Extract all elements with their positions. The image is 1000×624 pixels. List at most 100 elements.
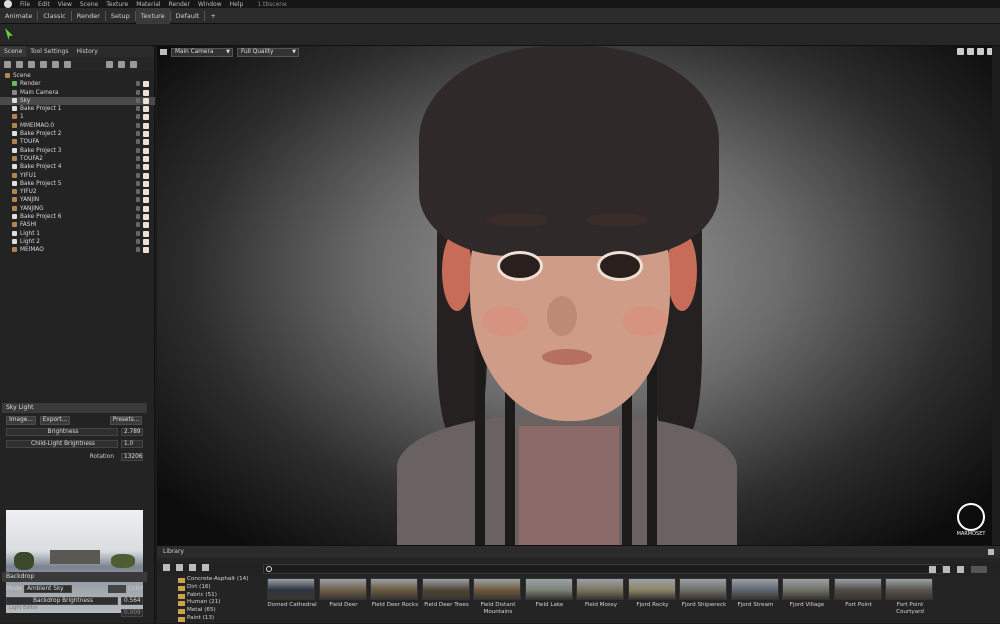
backdrop-brightness-slider[interactable]: Backdrop Brightness — [6, 597, 118, 605]
lock-icon[interactable] — [136, 205, 140, 211]
presets-button[interactable]: Presets... — [110, 416, 142, 425]
scene-tree-item[interactable]: Bake Project 2 — [0, 130, 155, 138]
brightness-slider[interactable]: Brightness — [6, 428, 118, 436]
library-thumbnail[interactable]: Fort Point Courtyard — [885, 578, 935, 624]
visibility-icon[interactable] — [143, 197, 149, 204]
visibility-icon[interactable] — [143, 97, 149, 104]
menu-file[interactable]: File — [20, 1, 30, 8]
scene-tree-item[interactable]: YIFU2 — [0, 188, 155, 196]
lock-icon[interactable] — [136, 147, 140, 153]
move-icon[interactable] — [967, 48, 974, 55]
tab-add[interactable]: + — [205, 8, 220, 24]
visibility-icon[interactable] — [143, 106, 149, 113]
lock-icon[interactable] — [136, 230, 140, 236]
scene-tree-item[interactable]: Bake Project 3 — [0, 147, 155, 155]
child-light-brightness-value[interactable]: 1.0 — [121, 440, 143, 448]
lock-icon[interactable] — [136, 180, 140, 186]
lock-icon[interactable] — [136, 222, 140, 228]
menu-help[interactable]: Help — [230, 1, 244, 8]
backdrop-color-swatch[interactable] — [108, 585, 126, 593]
visibility-icon[interactable] — [143, 180, 149, 187]
library-search-input[interactable] — [263, 564, 943, 574]
tab-animate[interactable]: Animate — [0, 8, 37, 24]
duplicate-icon[interactable] — [118, 60, 125, 68]
visibility-icon[interactable] — [143, 172, 149, 179]
add-bake-icon[interactable] — [40, 60, 47, 68]
library-thumbnail[interactable]: Fjord Shipwreck — [679, 578, 729, 624]
lock-icon[interactable] — [136, 197, 140, 203]
visibility-icon[interactable] — [143, 147, 149, 154]
scene-tree-item[interactable]: Bake Project 5 — [0, 180, 155, 188]
lock-icon[interactable] — [136, 106, 140, 112]
quality-dropdown[interactable]: Full Quality ▼ — [237, 48, 299, 57]
camera-dropdown[interactable]: Main Camera ▼ — [171, 48, 233, 57]
lock-icon[interactable] — [136, 247, 140, 253]
library-tab[interactable]: Library — [163, 548, 184, 555]
scene-tree-item[interactable]: Sky — [0, 96, 155, 106]
import-icon[interactable] — [929, 566, 936, 573]
library-thumbnail[interactable]: Fort Point — [833, 578, 884, 624]
library-thumbnail[interactable]: Field Deer Trees — [421, 578, 472, 624]
visibility-icon[interactable] — [143, 89, 149, 96]
scene-tree-item[interactable]: Render — [0, 80, 155, 88]
home-icon[interactable] — [163, 564, 170, 571]
folder-icon[interactable] — [106, 60, 113, 68]
tab-default[interactable]: Default — [171, 8, 205, 24]
export-button[interactable]: Export... — [40, 416, 70, 425]
library-category[interactable]: Dirt (16) — [175, 584, 265, 592]
tab-classic[interactable]: Classic — [38, 8, 70, 24]
visibility-icon[interactable] — [143, 222, 149, 229]
select-tool-icon[interactable] — [5, 28, 13, 40]
visibility-icon[interactable] — [143, 155, 149, 162]
scene-tree-item[interactable]: TOUFA — [0, 138, 155, 146]
visibility-icon[interactable] — [143, 122, 149, 129]
scene-tree-item[interactable]: 1 — [0, 113, 155, 121]
up-icon[interactable] — [202, 564, 209, 571]
visibility-icon[interactable] — [143, 139, 149, 146]
menu-texture[interactable]: Texture — [106, 1, 128, 8]
lock-icon[interactable] — [136, 131, 140, 137]
library-category[interactable]: Paint (13) — [175, 615, 265, 623]
viewport-menu-icon[interactable] — [160, 49, 167, 55]
backdrop-extra-value[interactable]: 0.009 — [121, 609, 143, 617]
forward-icon[interactable] — [189, 564, 196, 571]
library-category[interactable]: Human (21) — [175, 599, 265, 607]
backdrop-brightness-value[interactable]: 0.564 — [121, 597, 143, 605]
back-icon[interactable] — [176, 564, 183, 571]
scene-tree-item[interactable]: YANJIN — [0, 196, 155, 204]
library-thumbnail[interactable]: Field Deer — [318, 578, 369, 624]
scene-tree-item[interactable]: Light 2 — [0, 238, 155, 246]
trash-icon[interactable] — [130, 60, 137, 68]
lock-icon[interactable] — [136, 89, 140, 95]
visibility-icon[interactable] — [143, 230, 149, 237]
child-light-brightness-slider[interactable]: Child-Light Brightness — [6, 440, 118, 448]
scene-tree-item[interactable]: Light 1 — [0, 230, 155, 238]
menu-scene[interactable]: Scene — [80, 1, 98, 8]
library-thumbnail[interactable]: Fjord Stream — [730, 578, 781, 624]
rotation-value[interactable]: 13206 — [121, 453, 143, 461]
scene-tree-item[interactable]: MMEIMAO.0 — [0, 122, 155, 130]
export-icon[interactable] — [943, 566, 950, 573]
menu-material[interactable]: Material — [136, 1, 160, 8]
trash-icon[interactable] — [957, 566, 964, 573]
visibility-icon[interactable] — [143, 131, 149, 138]
scene-tree-item[interactable]: TOUFA2 — [0, 155, 155, 163]
visibility-icon[interactable] — [143, 81, 149, 88]
image-button[interactable]: Image... — [6, 416, 36, 425]
scene-tree-item[interactable]: YIFU1 — [0, 172, 155, 180]
view-options-icon[interactable] — [971, 566, 987, 573]
lock-icon[interactable] — [136, 214, 140, 220]
menu-window[interactable]: Window — [198, 1, 222, 8]
menu-render[interactable]: Render — [169, 1, 190, 8]
scene-tree-item[interactable]: Bake Project 6 — [0, 213, 155, 221]
visibility-icon[interactable] — [143, 205, 149, 212]
lock-icon[interactable] — [136, 155, 140, 161]
library-thumbnail[interactable]: Field Mossy — [576, 578, 626, 624]
add-material-icon[interactable] — [52, 60, 59, 68]
library-category[interactable]: Fabric (51) — [175, 592, 265, 600]
add-camera-icon[interactable] — [28, 60, 35, 68]
lock-icon[interactable] — [136, 122, 140, 128]
lock-icon[interactable] — [136, 139, 140, 145]
lock-icon[interactable] — [136, 172, 140, 178]
lock-icon[interactable] — [136, 114, 140, 120]
